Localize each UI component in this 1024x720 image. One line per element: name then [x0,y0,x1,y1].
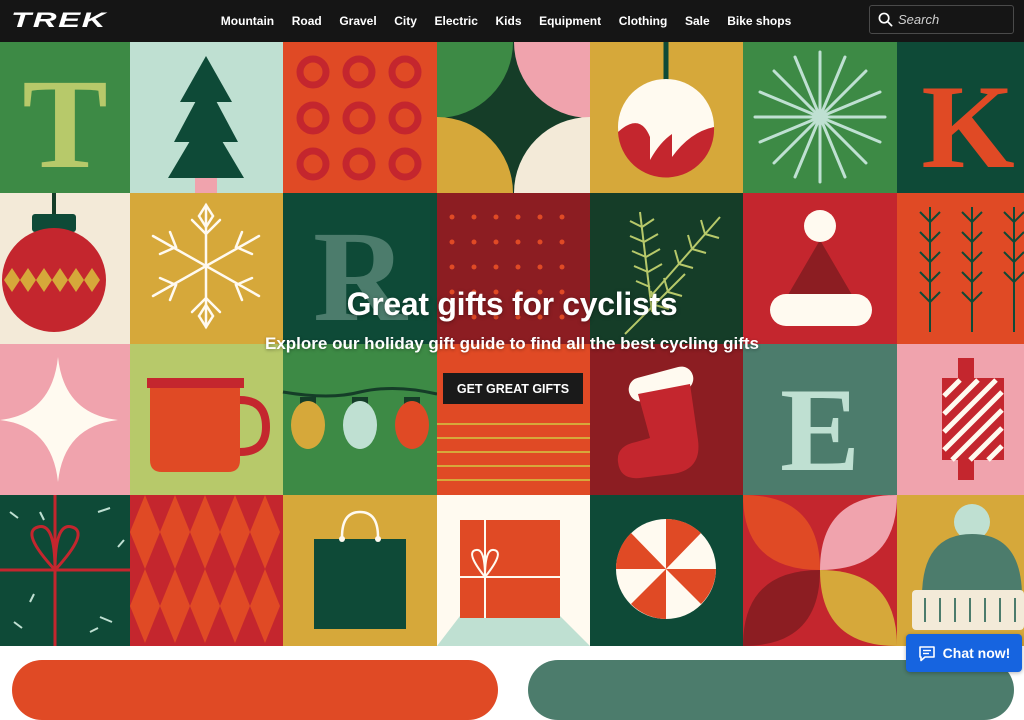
search-input[interactable] [898,12,998,27]
hero-subtitle: Explore our holiday gift guide to find a… [265,334,759,353]
top-navigation: TREK Mountain Road Gravel City Electric … [0,0,1024,42]
chat-label: Chat now! [942,645,1011,661]
nav-link-city[interactable]: City [394,14,417,28]
search-box[interactable] [869,5,1014,34]
nav-link-electric[interactable]: Electric [435,14,478,28]
nav-link-gravel[interactable]: Gravel [339,14,376,28]
search-icon [878,12,893,27]
chat-now-button[interactable]: Chat now! [906,634,1022,672]
svg-text:TREK: TREK [11,9,108,31]
nav-link-sale[interactable]: Sale [685,14,710,28]
nav-link-mountain[interactable]: Mountain [221,14,274,28]
chat-bubble-icon [918,645,935,661]
nav-link-clothing[interactable]: Clothing [619,14,668,28]
hero-banner: T K R E Great gifts for cyclists Explore… [0,42,1024,646]
hero-content: Great gifts for cyclists Explore our hol… [0,42,1024,646]
nav-link-equipment[interactable]: Equipment [539,14,601,28]
nav-link-kids[interactable]: Kids [495,14,521,28]
hero-title: Great gifts for cyclists [346,286,678,322]
trek-logo[interactable]: TREK [11,9,109,31]
nav-link-road[interactable]: Road [292,14,322,28]
get-great-gifts-button[interactable]: GET GREAT GIFTS [443,373,583,404]
main-menu: Mountain Road Gravel City Electric Kids … [212,0,800,42]
nav-link-bike-shops[interactable]: Bike shops [727,14,791,28]
promo-card-left[interactable] [12,660,498,720]
